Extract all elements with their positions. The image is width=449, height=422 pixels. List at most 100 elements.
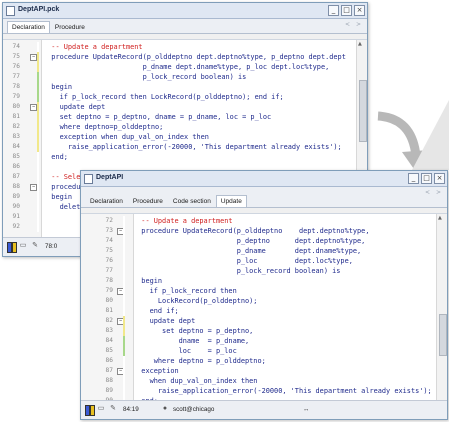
fold-toggle-icon[interactable]: − (30, 184, 37, 191)
status-bar: ▭ ✎ 84:19 ● scott@chicago ↔ (81, 400, 447, 419)
tab-procedure[interactable]: Procedure (50, 21, 90, 33)
code-line[interactable]: 73− procedure UpdateRecord(p_olddeptno d… (106, 226, 435, 236)
close-button[interactable]: × (434, 173, 445, 184)
window-title: DeptAPI (96, 174, 124, 181)
line-number: 80 (12, 103, 20, 110)
code-line[interactable]: 85 end; (13, 152, 355, 162)
code-line[interactable]: 82− update dept (106, 316, 435, 326)
line-number: 77 (12, 73, 20, 80)
code-text: p_lock_record boolean) is (133, 267, 341, 275)
code-line[interactable]: 87− exception (106, 366, 435, 376)
change-marker (123, 256, 125, 266)
code-text: begin (43, 83, 73, 91)
code-line[interactable]: 78 begin (106, 276, 435, 286)
code-line[interactable]: 81 set deptno = p_deptno, dname = p_dnam… (13, 112, 355, 122)
code-line[interactable]: 77 p_lock_record boolean) is (106, 266, 435, 276)
code-line[interactable]: 75 p_dname dept.dname%type, (106, 246, 435, 256)
line-number: 74 (105, 237, 113, 244)
document-icon[interactable]: ▭ (97, 404, 105, 413)
tab-update[interactable]: Update (215, 195, 247, 207)
title-bar[interactable]: DeptAPI _ □ × (81, 171, 447, 187)
code-line[interactable]: 86 where deptno = p_olddeptno; (106, 356, 435, 366)
code-line[interactable]: 79− if p_lock_record then (106, 286, 435, 296)
code-line[interactable]: 81 end if; (106, 306, 435, 316)
code-line[interactable]: 83 exception when dup_val_on_index then (13, 132, 355, 142)
tab-code-section[interactable]: Code section (168, 195, 216, 207)
maximize-button[interactable]: □ (341, 5, 352, 16)
status-indicator-yellow (90, 405, 95, 416)
code-line[interactable]: 84 dname = p_dname, (106, 336, 435, 346)
title-bar[interactable]: DeptAPI.pck _ □ × (3, 3, 367, 19)
code-line[interactable]: 74 -- Update a department (13, 42, 355, 52)
tab-bar: Declaration Procedure Code section Updat… (81, 187, 447, 208)
line-number: 85 (105, 347, 113, 354)
code-line[interactable]: 84 raise_application_error(-20000, 'This… (13, 142, 355, 152)
pencil-icon[interactable]: ✎ (31, 241, 39, 250)
code-line[interactable]: 89 raise_application_error(-20000, 'This… (106, 386, 435, 396)
code-line[interactable]: 76 p_loc dept.loc%type, (106, 256, 435, 266)
tab-declaration[interactable]: Declaration (85, 195, 128, 207)
code-text: procedure UpdateRecord(p_olddeptno dept.… (133, 227, 370, 235)
change-marker (37, 212, 39, 222)
fold-toggle-icon[interactable]: − (30, 104, 37, 111)
code-text: -- Update a department (133, 217, 233, 225)
code-line[interactable]: 75 − procedure UpdateRecord(p_olddeptno d… (13, 52, 355, 62)
code-line[interactable]: 82 where deptno=p_olddeptno; (13, 122, 355, 132)
tab-scroll-arrows[interactable]: < > (425, 189, 443, 196)
code-editor[interactable]: 72 -- Update a department 73− procedure U… (81, 213, 447, 406)
code-text: update dept (133, 317, 196, 325)
code-line[interactable]: 80 LockRecord(p_olddeptno); (106, 296, 435, 306)
vertical-scrollbar[interactable]: ▲ (436, 214, 447, 401)
code-line[interactable]: 80 − update dept (13, 102, 355, 112)
change-marker (37, 52, 39, 62)
code-line[interactable]: 79 if p_lock_record then LockRecord(p_ol… (13, 92, 355, 102)
scroll-up-icon[interactable]: ▲ (438, 215, 442, 221)
line-number: 89 (105, 387, 113, 394)
change-marker (37, 202, 39, 212)
close-button[interactable]: × (354, 5, 365, 16)
tab-procedure[interactable]: Procedure (128, 195, 168, 207)
code-line[interactable]: 78 begin (13, 82, 355, 92)
minimize-button[interactable]: _ (328, 5, 339, 16)
scrollbar-thumb[interactable] (439, 314, 447, 356)
change-marker (123, 356, 125, 366)
code-text: set deptno = p_deptno, (133, 327, 254, 335)
code-text: procedure UpdateRecord(p_olddeptno dept.… (43, 53, 346, 61)
line-number: 91 (12, 213, 20, 220)
document-icon[interactable]: ▭ (19, 241, 27, 250)
line-number: 75 (105, 247, 113, 254)
change-marker (123, 346, 125, 356)
code-line[interactable]: 88 when dup_val_on_index then (106, 376, 435, 386)
code-line[interactable]: 85 loc = p_loc (106, 346, 435, 356)
change-marker (123, 296, 125, 306)
change-marker (37, 222, 39, 232)
line-number: 82 (12, 123, 20, 130)
tab-scroll-arrows[interactable]: < > (345, 21, 363, 28)
tab-declaration[interactable]: Declaration (7, 21, 50, 33)
line-number: 87 (105, 367, 113, 374)
code-line[interactable]: 74 p_deptno dept.deptno%type, (106, 236, 435, 246)
line-number: 73 (105, 227, 113, 234)
window-title: DeptAPI.pck (18, 6, 60, 13)
scroll-up-icon[interactable]: ▲ (358, 41, 362, 47)
pencil-icon[interactable]: ✎ (109, 404, 117, 413)
line-number: 79 (12, 93, 20, 100)
line-number: 72 (105, 217, 113, 224)
code-text: -- Update a department (43, 43, 143, 51)
code-line[interactable]: 83 set deptno = p_deptno, (106, 326, 435, 336)
code-line[interactable]: 77 p_lock_record boolean) is (13, 72, 355, 82)
code-text: set deptno = p_deptno, dname = p_dname, … (43, 113, 272, 121)
line-number: 88 (105, 377, 113, 384)
code-line[interactable]: 76 p_dname dept.dname%type, p_loc dept.l… (13, 62, 355, 72)
maximize-button[interactable]: □ (421, 173, 432, 184)
change-marker (123, 336, 125, 346)
change-marker (37, 192, 39, 202)
code-text: exception when dup_val_on_index then (43, 133, 209, 141)
change-marker (123, 306, 125, 316)
line-number: 86 (12, 163, 20, 170)
user-icon: ● (162, 405, 168, 412)
minimize-button[interactable]: _ (408, 173, 419, 184)
code-text: p_lock_record boolean) is (43, 73, 247, 81)
fold-toggle-icon[interactable]: − (30, 54, 37, 61)
code-line[interactable]: 72 -- Update a department (106, 216, 435, 226)
